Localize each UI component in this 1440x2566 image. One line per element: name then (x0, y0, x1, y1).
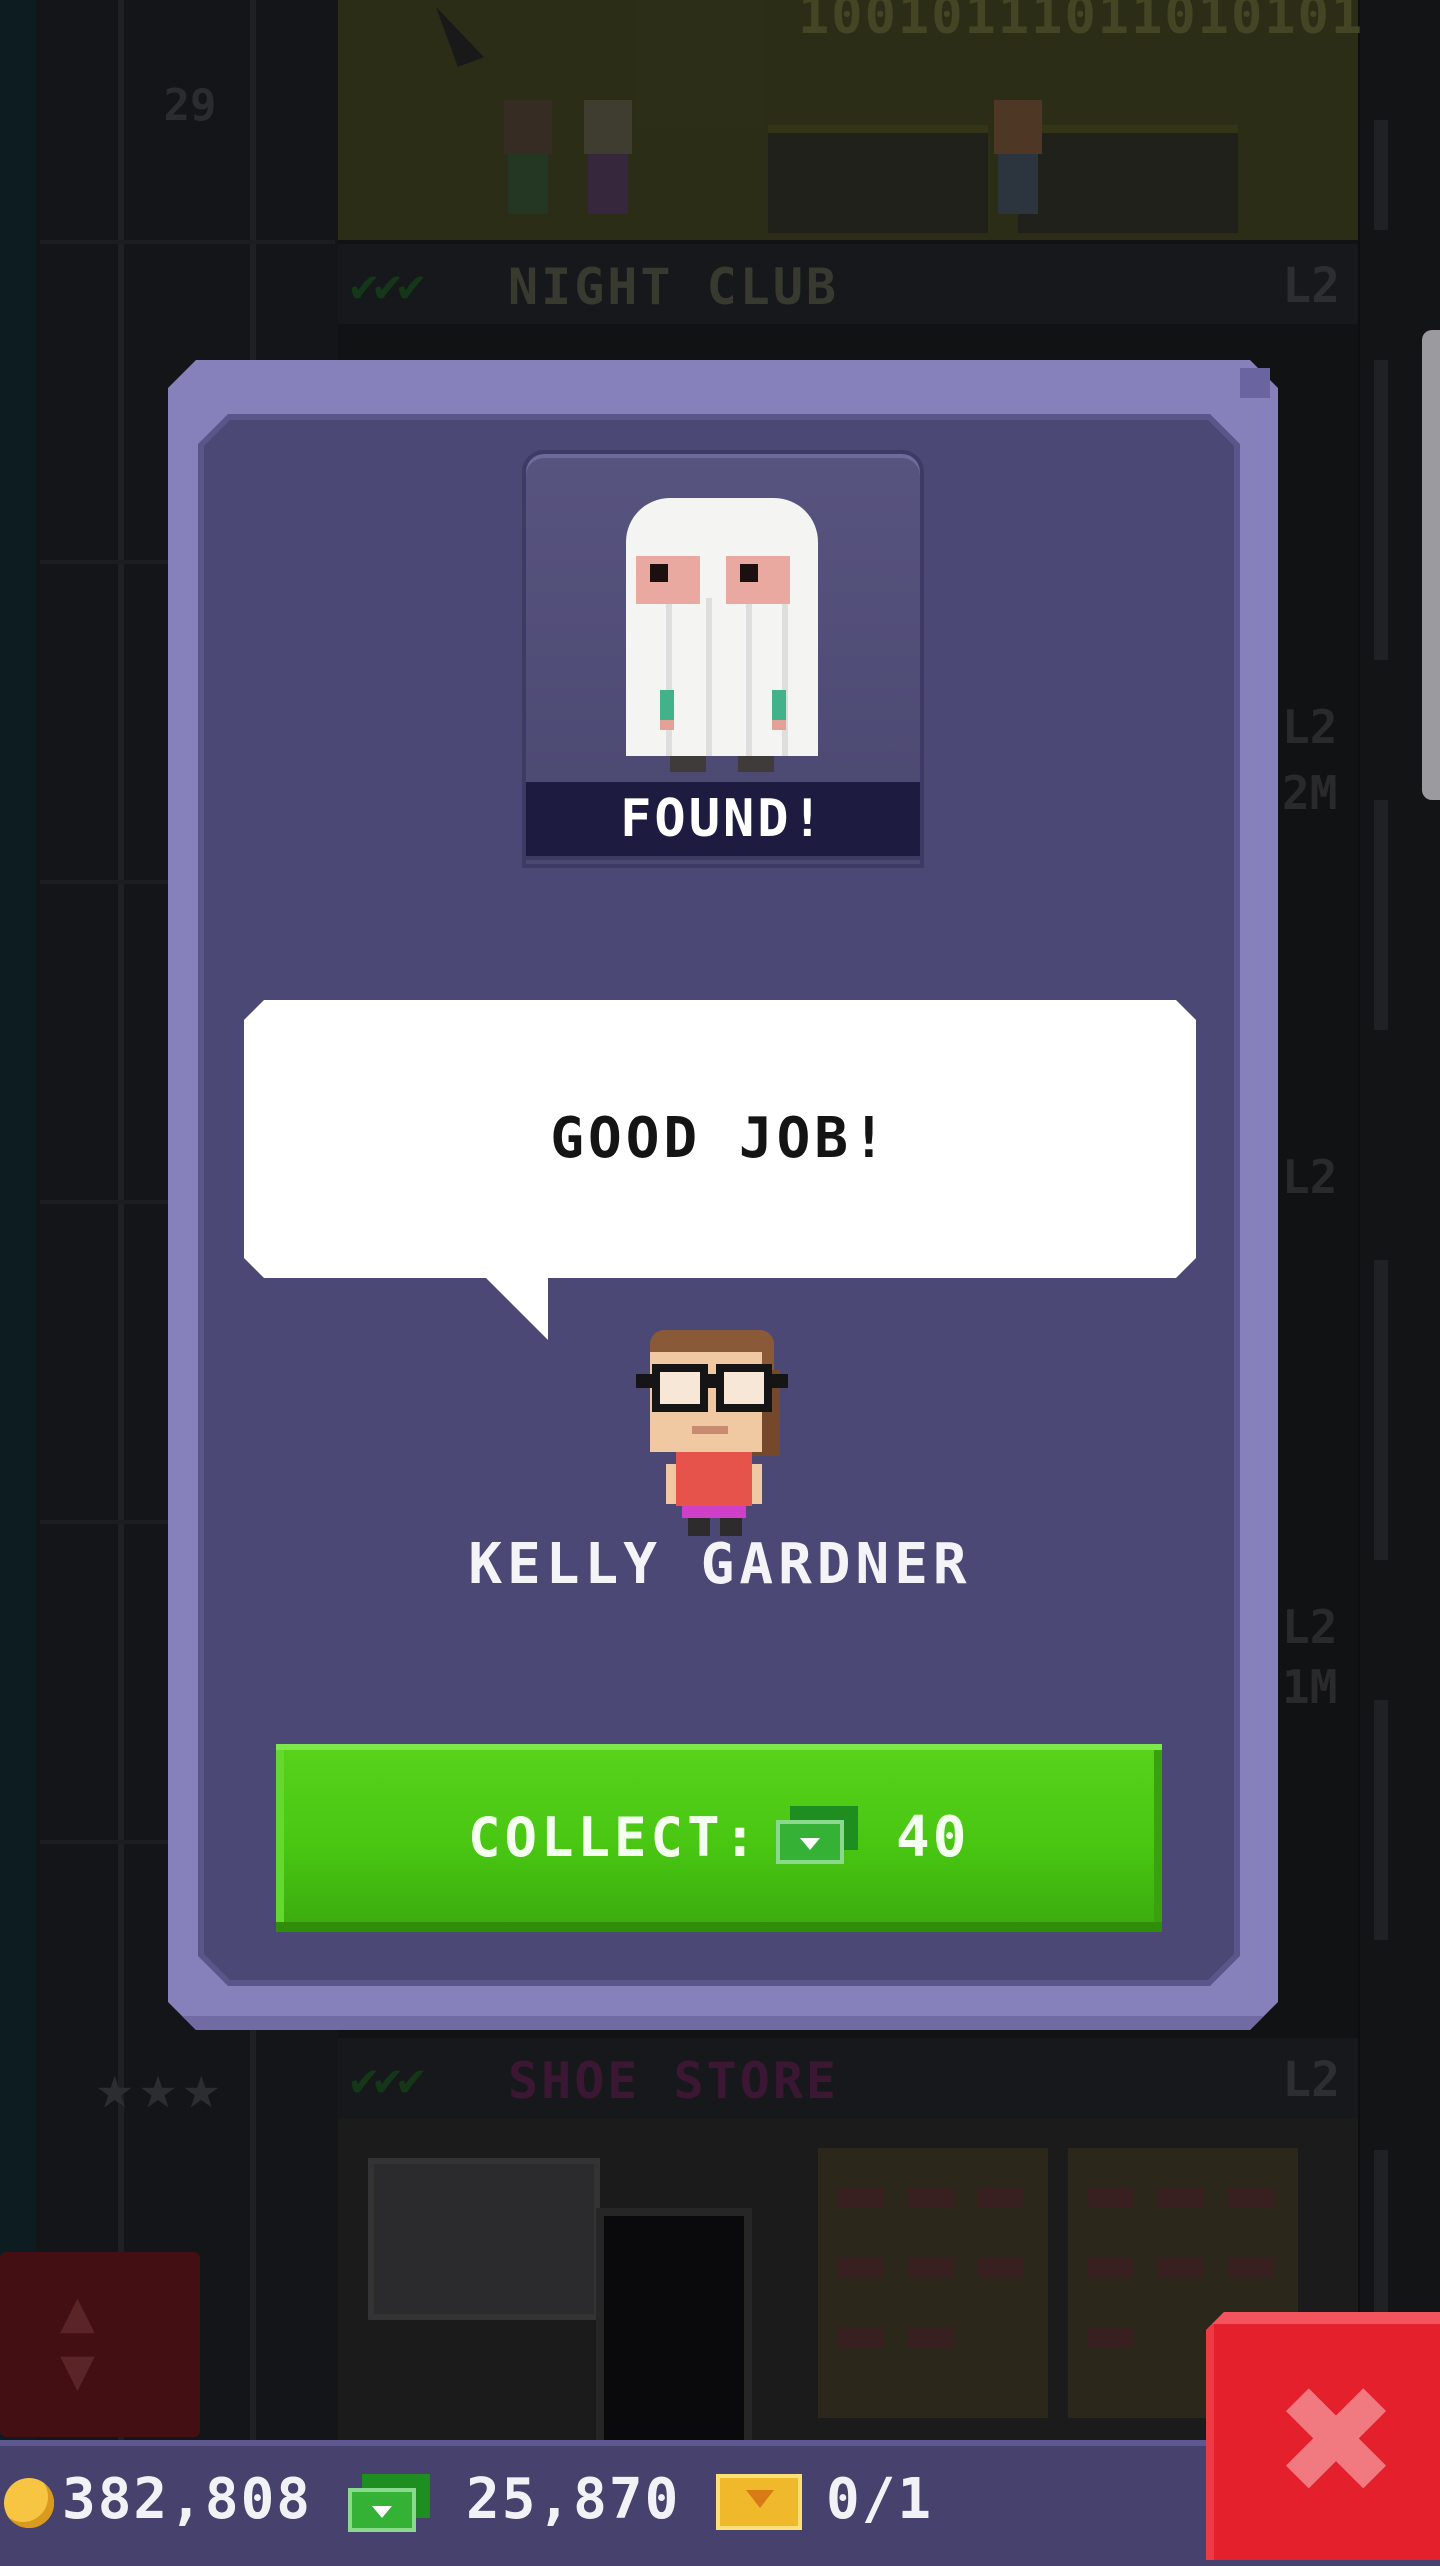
character-avatar (632, 1330, 792, 1540)
coin-icon (4, 2478, 54, 2528)
ghost-costume-icon (626, 498, 818, 772)
close-icon: ✖ (1273, 2355, 1399, 2529)
speech-text: GOOD JOB! (550, 1106, 890, 1171)
bux-balance: 25,870 (466, 2467, 681, 2532)
tower-bux-icon (348, 2474, 430, 2532)
character-name: KELLY GARDNER (468, 1532, 972, 1597)
tower-bux-icon (776, 1806, 858, 1864)
collect-amount: 40 (896, 1805, 970, 1870)
coins-balance: 382,808 (62, 2467, 313, 2532)
close-button[interactable]: ✖ (1206, 2312, 1440, 2560)
found-label: FOUND! (522, 782, 924, 860)
ticket-icon (716, 2474, 802, 2530)
collect-button[interactable]: COLLECT: 40 (276, 1744, 1162, 1932)
collect-label: COLLECT: (468, 1806, 761, 1869)
tickets-count: 0/1 (826, 2467, 934, 2532)
dialog-corner-notch (1240, 368, 1270, 398)
